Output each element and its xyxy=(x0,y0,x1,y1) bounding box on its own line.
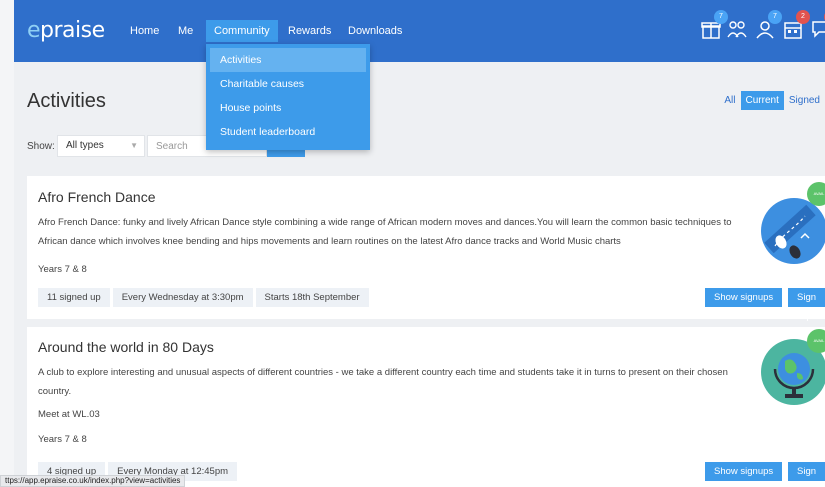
nav-community[interactable]: Community xyxy=(206,20,278,42)
available-badge: AVAIL xyxy=(807,329,825,353)
schedule-tag: Every Wednesday at 3:30pm xyxy=(112,288,253,307)
menu-item-house-points[interactable]: House points xyxy=(210,96,366,120)
show-label: Show: xyxy=(27,141,55,152)
nav-downloads[interactable]: Downloads xyxy=(340,20,410,42)
user-icon[interactable]: 7 xyxy=(754,10,782,40)
sign-up-button[interactable]: Sign up xyxy=(788,462,825,487)
logo-accent-letter: e xyxy=(27,18,41,43)
show-signups-button[interactable]: Show signups xyxy=(705,462,783,481)
epraise-logo[interactable]: epraise xyxy=(27,18,105,43)
show-signups-button[interactable]: Show signups xyxy=(705,288,783,307)
available-badge: AVAIL xyxy=(807,182,825,206)
calendar-badge: 2 xyxy=(796,10,810,24)
nav-home[interactable]: Home xyxy=(122,20,167,42)
page-title: Activities xyxy=(27,90,106,112)
users-icon[interactable] xyxy=(726,18,748,40)
filter-current[interactable]: Current xyxy=(740,91,784,110)
community-dropdown-menu: Activities Charitable causes House point… xyxy=(206,44,370,150)
menu-item-student-leaderboard[interactable]: Student leaderboard xyxy=(210,120,366,144)
activity-description: A club to explore interesting and unusua… xyxy=(38,367,728,397)
activity-description: Afro French Dance: funky and lively Afri… xyxy=(38,217,732,247)
sign-up-button[interactable]: Sign up xyxy=(788,288,825,322)
activity-title[interactable]: Afro French Dance xyxy=(38,189,156,205)
activity-years: Years 7 & 8 xyxy=(38,434,87,445)
start-date-tag: Starts 18th September xyxy=(255,288,369,307)
type-select[interactable]: All types ▼ xyxy=(57,135,145,157)
calendar-icon[interactable]: 2 xyxy=(782,10,810,40)
type-select-value: All types xyxy=(66,140,104,151)
activity-card: Afro French Dance Afro French Dance: fun… xyxy=(27,176,825,322)
chevron-down-icon: ▼ xyxy=(130,141,138,150)
menu-item-charitable-causes[interactable]: Charitable causes xyxy=(210,72,366,96)
user-badge: 7 xyxy=(768,10,782,24)
nav-me[interactable]: Me xyxy=(170,20,201,42)
top-navbar: epraise Home Me Community Rewards Downlo… xyxy=(14,0,825,62)
filter-all[interactable]: All xyxy=(719,91,740,110)
activity-title[interactable]: Around the world in 80 Days xyxy=(38,339,214,355)
menu-item-activities[interactable]: Activities xyxy=(210,48,366,72)
activity-location: Meet at WL.03 xyxy=(38,409,100,420)
activity-card: Around the world in 80 Days A club to ex… xyxy=(27,327,825,487)
activity-years: Years 7 & 8 xyxy=(38,264,87,275)
gift-icon[interactable]: 7 xyxy=(700,10,728,40)
nav-rewards[interactable]: Rewards xyxy=(280,20,339,42)
activity-tags: 11 signed up Every Wednesday at 3:30pm S… xyxy=(38,288,369,307)
filter-signed[interactable]: Signed xyxy=(784,91,825,110)
window-left-edge xyxy=(0,0,14,487)
dance-icon xyxy=(761,198,825,264)
browser-status-url: ttps://app.epraise.co.uk/index.php?view=… xyxy=(0,475,186,487)
logo-text: praise xyxy=(40,18,105,43)
signed-up-count: 11 signed up xyxy=(38,288,110,307)
activity-filter-tabs: All Current Signed xyxy=(719,91,825,110)
chat-icon[interactable]: 3 xyxy=(810,10,825,40)
